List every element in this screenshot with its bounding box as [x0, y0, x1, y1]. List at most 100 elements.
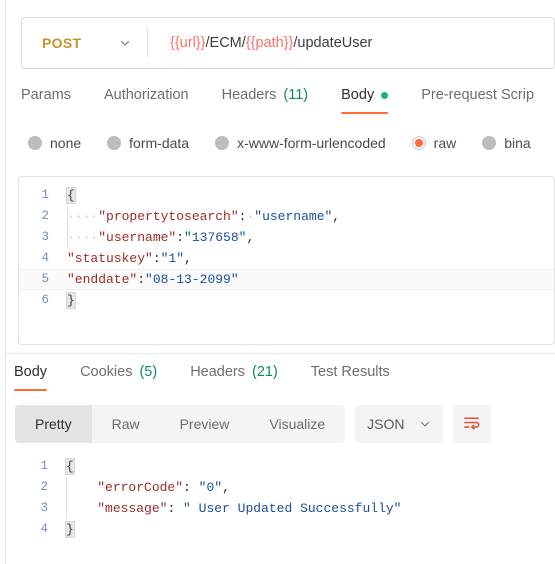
code-token: :	[152, 251, 161, 266]
code-token: {	[65, 458, 75, 475]
response-tab-cookies[interactable]: Cookies (5)	[80, 362, 157, 391]
code-text: {	[62, 456, 555, 477]
code-token: "propertytosearch"	[98, 209, 239, 224]
request-url-input[interactable]: {{url}}/ECM/{{path}}/updateUser	[148, 18, 554, 68]
line-number: 5	[41, 272, 49, 286]
tab-count-badge: (5)	[139, 364, 158, 380]
tab-pre-request-scrip[interactable]: Pre-request Scrip	[421, 85, 534, 114]
code-text: "statuskey":"1",	[63, 248, 554, 269]
code-token: "enddate"	[67, 272, 138, 287]
code-token: ····	[67, 230, 99, 245]
postman-request-pane: POST {{url}}/ECM/{{path}}/updateUser Par…	[0, 0, 555, 564]
tab-authorization[interactable]: Authorization	[104, 85, 189, 114]
code-token: {	[66, 187, 76, 204]
line-number: 2	[40, 480, 48, 494]
body-type-label: none	[50, 135, 82, 151]
http-method-select[interactable]: POST	[22, 18, 147, 68]
code-line: 4}	[18, 519, 555, 540]
code-text: ····"username":"137658",	[63, 227, 554, 248]
body-type-form-data[interactable]: form-data	[107, 135, 189, 151]
view-mode-visualize[interactable]: Visualize	[249, 405, 345, 443]
body-type-label: form-data	[129, 135, 190, 151]
radio-icon	[215, 136, 230, 150]
tab-label: Authorization	[103, 87, 189, 103]
response-body-code[interactable]: 1{2 "errorCode": "0", 3 "message": " User…	[18, 448, 555, 540]
view-mode-pretty[interactable]: Pretty	[15, 405, 92, 443]
body-present-dot-icon	[381, 91, 389, 99]
code-line: 6}	[19, 290, 554, 311]
http-method-label: POST	[42, 35, 82, 51]
request-url-bar: POST {{url}}/ECM/{{path}}/updateUser	[21, 17, 555, 69]
code-token: "0"	[198, 480, 223, 495]
code-line: 1{	[18, 456, 555, 477]
line-number: 6	[41, 293, 49, 307]
code-line: 4 "statuskey":"1",	[19, 248, 554, 269]
body-type-x-www-form-urlencoded[interactable]: x-www-form-urlencoded	[215, 135, 386, 151]
radio-icon	[107, 136, 122, 150]
code-token: ····	[67, 209, 99, 224]
body-type-radio-group: none form-data x-www-form-urlencoded raw bin…	[28, 130, 555, 156]
indent-guide	[66, 498, 67, 519]
code-text: {	[63, 185, 554, 206]
tab-count-badge: (21)	[252, 364, 278, 380]
tab-label: Cookies	[80, 364, 133, 380]
code-line: 3 ····"username":"137658",	[19, 227, 554, 248]
code-token: :	[137, 272, 146, 287]
code-token: "137658"	[184, 230, 247, 245]
tab-label: Body	[14, 364, 48, 380]
code-token: "message"	[97, 501, 168, 516]
line-number: 4	[40, 522, 48, 536]
code-token: ,	[332, 209, 341, 224]
code-token: :	[167, 501, 184, 516]
code-line: 5 "enddate":"08-13-2099"	[19, 269, 554, 290]
tab-count-badge: (11)	[283, 87, 309, 103]
url-variable: {{path}}	[245, 35, 294, 51]
code-text: "errorCode": "0",	[62, 477, 555, 498]
code-text: }	[62, 519, 555, 540]
wrap-text-icon	[462, 413, 481, 435]
response-toolbar: Pretty Raw Preview Visualize JSON	[15, 403, 555, 445]
indent-guide	[67, 227, 68, 248]
view-mode-raw[interactable]: Raw	[92, 405, 160, 443]
response-tab-headers[interactable]: Headers (21)	[190, 362, 278, 391]
code-token: ,	[246, 230, 255, 245]
line-number: 3	[40, 501, 48, 515]
wrap-text-button[interactable]	[452, 405, 491, 443]
code-line: 2 "errorCode": "0",	[18, 477, 555, 498]
line-number: 4	[41, 251, 49, 265]
tab-label: Pre-request Scrip	[421, 87, 535, 103]
body-type-none[interactable]: none	[28, 135, 81, 151]
code-line: 2 ····"propertytosearch":·"username",	[19, 206, 554, 227]
body-type-bina[interactable]: bina	[482, 135, 531, 151]
view-mode-preview[interactable]: Preview	[160, 405, 250, 443]
tab-label: Params	[21, 87, 71, 103]
code-token: "username"	[254, 209, 333, 224]
tab-body[interactable]: Body	[341, 85, 389, 114]
code-line: 1{	[19, 185, 554, 206]
tab-headers[interactable]: Headers (11)	[222, 85, 309, 114]
tab-params[interactable]: Params	[21, 85, 71, 114]
response-tab-test-results[interactable]: Test Results	[311, 362, 390, 391]
chevron-down-icon	[419, 418, 431, 430]
radio-icon	[28, 136, 42, 150]
response-format-select[interactable]: JSON	[355, 405, 443, 443]
body-type-raw[interactable]: raw	[411, 135, 457, 151]
url-variable: {{url}}	[170, 35, 206, 51]
code-token: "08-13-2099"	[145, 272, 239, 287]
body-type-label: x-www-form-urlencoded	[237, 135, 386, 151]
line-number: 1	[41, 188, 49, 202]
code-token: "statuskey"	[67, 251, 153, 266]
code-token: :	[176, 230, 185, 245]
code-token: "errorCode"	[97, 480, 184, 495]
body-type-label: raw	[433, 135, 457, 151]
code-text: "enddate":"08-13-2099"	[63, 269, 554, 290]
code-token: :	[183, 480, 199, 495]
line-number: 2	[41, 209, 49, 223]
request-body-code[interactable]: 1{2 ····"propertytosearch":·"username", 3 ·…	[19, 177, 554, 311]
response-tab-body[interactable]: Body	[14, 362, 48, 391]
code-token: "username"	[98, 230, 177, 245]
request-body-editor[interactable]: 1{2 ····"propertytosearch":·"username", 3 ·…	[18, 176, 555, 345]
code-line: 3 "message": " User Updated Successfully…	[18, 498, 555, 519]
response-body-viewer[interactable]: 1{2 "errorCode": "0", 3 "message": " User…	[18, 448, 555, 558]
